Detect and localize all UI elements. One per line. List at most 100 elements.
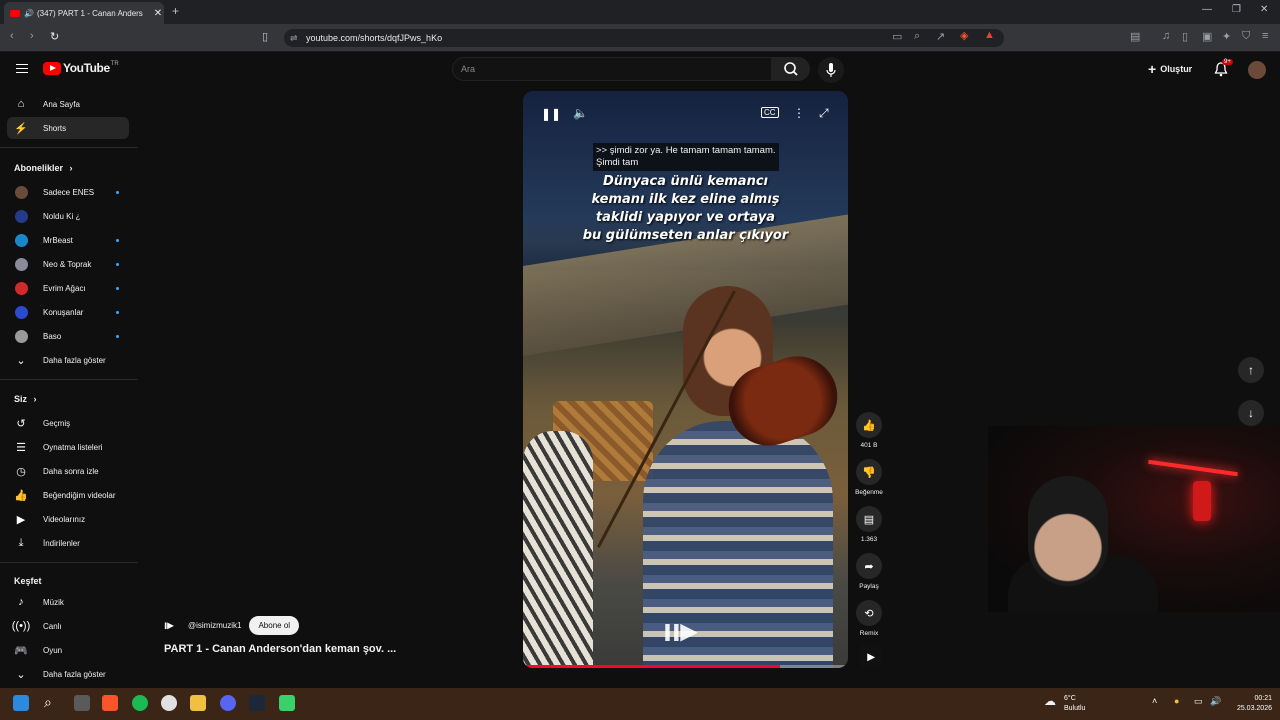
- like-action[interactable]: 👍 401 B: [852, 412, 886, 449]
- channel-thumbnail-icon[interactable]: ▸: [860, 645, 882, 667]
- sidebar-sub-item[interactable]: Evrim Ağacı: [7, 277, 129, 299]
- spotify-icon[interactable]: [132, 695, 148, 711]
- sidebar-item-home[interactable]: ⌂ Ana Sayfa: [7, 93, 129, 115]
- steam-icon[interactable]: [249, 695, 265, 711]
- comment-count: 1.363: [860, 536, 878, 543]
- cast-icon[interactable]: ▭: [892, 30, 902, 43]
- tray-app-icon[interactable]: ●: [1174, 696, 1179, 706]
- zoom-icon[interactable]: ⌕: [914, 30, 920, 43]
- sidebar-item-live[interactable]: ((•)) Canlı: [7, 615, 129, 637]
- sidebar-item-gaming[interactable]: 🎮 Oyun: [7, 639, 129, 661]
- show-more-explore[interactable]: ⌄ Daha fazla göster: [7, 663, 129, 685]
- reload-icon[interactable]: ↻: [50, 30, 59, 43]
- brave-rewards-icon[interactable]: ▲: [984, 29, 995, 41]
- fullscreen-icon[interactable]: ⤢: [819, 106, 829, 121]
- task-view-icon[interactable]: [74, 695, 90, 711]
- sidebar-sub-item[interactable]: MrBeast: [7, 229, 129, 251]
- taskbar-clock[interactable]: 00:21 25.03.2026: [1228, 694, 1272, 714]
- short-title[interactable]: PART 1 - Canan Anderson'dan keman şov. .…: [164, 643, 396, 655]
- wallet-icon[interactable]: ▣: [1202, 30, 1212, 43]
- window-close-icon[interactable]: ✕: [1260, 4, 1268, 15]
- file-explorer-icon[interactable]: [190, 695, 206, 711]
- comments-action[interactable]: ▤ 1.363: [852, 506, 886, 543]
- app-icon[interactable]: [279, 695, 295, 711]
- start-windows-icon[interactable]: [13, 695, 29, 711]
- minimize-icon[interactable]: —: [1202, 4, 1212, 15]
- back-icon[interactable]: ‹: [10, 30, 14, 42]
- channel-logo-icon[interactable]: ı▸: [164, 618, 180, 634]
- tray-chevron-up-icon[interactable]: ˄: [1152, 696, 1157, 706]
- you-heading[interactable]: Siz ›: [14, 394, 37, 404]
- media-icon[interactable]: ♫: [1162, 30, 1170, 42]
- taskbar-search-icon[interactable]: ⌕: [44, 694, 52, 711]
- network-icon[interactable]: ▭: [1194, 696, 1203, 707]
- sidebar: ⌂ Ana Sayfa ⚡ Shorts Abonelikler › Sadec…: [0, 92, 138, 692]
- create-button[interactable]: + Oluştur: [1148, 61, 1192, 77]
- thumbs-down-icon[interactable]: 👎: [856, 459, 882, 485]
- shorts-video-player[interactable]: ❚❚ 🔈 CC ⋮ ⤢ >> şimdi zor ya. He tamam ta…: [523, 91, 848, 668]
- remix-action[interactable]: ⟲ Remix: [852, 600, 886, 637]
- weather-widget[interactable]: 6°C Bulutlu: [1064, 694, 1085, 714]
- site-info-icon[interactable]: ⇌: [290, 29, 298, 47]
- sidebar-sub-item[interactable]: Konuşanlar: [7, 301, 129, 323]
- close-tab-icon[interactable]: ✕: [152, 8, 164, 19]
- share-action[interactable]: ➦ Paylaş: [852, 553, 886, 590]
- voice-search-button[interactable]: [818, 57, 844, 83]
- show-more-subscriptions[interactable]: ⌄ Daha fazla göster: [7, 349, 129, 371]
- extensions-icon[interactable]: ✦: [1222, 30, 1231, 43]
- reader-icon[interactable]: ▯: [1182, 30, 1188, 43]
- sidebar-item-label: Oynatma listeleri: [43, 442, 103, 452]
- playlist-icon: ☰: [16, 441, 26, 454]
- share-icon[interactable]: ➦: [856, 553, 882, 579]
- remix-icon[interactable]: ⟲: [856, 600, 882, 626]
- sidebar-item-music[interactable]: ♪ Müzik: [7, 591, 129, 613]
- search-button[interactable]: [772, 57, 810, 81]
- sidebar-toggle-icon[interactable]: ▤: [1130, 30, 1140, 43]
- previous-short-button[interactable]: ↑: [1238, 357, 1264, 383]
- progress-bar-remaining[interactable]: [780, 665, 848, 668]
- sidebar-item-your-videos[interactable]: ▶ Videolarınız: [7, 508, 129, 530]
- next-short-button[interactable]: ↓: [1238, 400, 1264, 426]
- closed-captions-icon[interactable]: CC: [761, 107, 779, 118]
- speaker-tray-icon[interactable]: 🔊: [1210, 696, 1221, 707]
- volume-icon[interactable]: 🔈: [573, 106, 588, 120]
- subscriptions-heading[interactable]: Abonelikler ›: [14, 163, 73, 173]
- sidebar-item-liked[interactable]: 👍 Beğendiğim videolar: [7, 484, 129, 506]
- sidebar-sub-item[interactable]: Baso: [7, 325, 129, 347]
- search-icon: [784, 62, 798, 76]
- thumbs-up-icon[interactable]: 👍: [856, 412, 882, 438]
- discord-icon[interactable]: [220, 695, 236, 711]
- pause-icon[interactable]: ❚❚: [541, 107, 561, 121]
- browser-tab[interactable]: 🔊 (347) PART 1 - Canan Anders ✕: [4, 2, 164, 24]
- brave-browser-icon[interactable]: [102, 695, 118, 711]
- sidebar-sub-item[interactable]: Noldu Ki ¿: [7, 205, 129, 227]
- vpn-icon[interactable]: ⛉: [1242, 30, 1250, 43]
- youtube-logo[interactable]: YouTube TR: [43, 61, 119, 75]
- sidebar-sub-item[interactable]: Neo & Toprak: [7, 253, 129, 275]
- sidebar-item-downloads[interactable]: ⤓ İndirilenler: [7, 532, 129, 554]
- progress-bar-played[interactable]: [523, 665, 780, 668]
- sidebar-item-label: Canlı: [43, 621, 62, 631]
- brave-shields-icon[interactable]: ◈: [960, 29, 968, 42]
- search-input[interactable]: Ara: [452, 57, 772, 81]
- sidebar-item-history[interactable]: ↺ Geçmiş: [7, 412, 129, 434]
- bookmark-icon[interactable]: ▯: [262, 30, 268, 43]
- avatar[interactable]: [1248, 61, 1266, 79]
- chatgpt-icon[interactable]: [161, 695, 177, 711]
- sidebar-sub-item[interactable]: Sadece ENES: [7, 181, 129, 203]
- tab-title: (347) PART 1 - Canan Anders: [36, 8, 143, 18]
- share-page-icon[interactable]: ↗: [936, 30, 945, 43]
- forward-icon[interactable]: ›: [30, 30, 34, 42]
- sidebar-item-playlists[interactable]: ☰ Oynatma listeleri: [7, 436, 129, 458]
- subscribe-button[interactable]: Abone ol: [249, 616, 300, 635]
- comment-icon[interactable]: ▤: [856, 506, 882, 532]
- sidebar-item-watch-later[interactable]: ◷ Daha sonra izle: [7, 460, 129, 482]
- dislike-action[interactable]: 👎 Beğenme: [852, 459, 886, 496]
- maximize-icon[interactable]: ❐: [1232, 4, 1241, 15]
- hamburger-menu-icon[interactable]: [16, 64, 28, 73]
- sidebar-item-shorts[interactable]: ⚡ Shorts: [7, 117, 129, 139]
- channel-handle[interactable]: @isimizmuzik1: [188, 621, 241, 630]
- menu-icon[interactable]: ≡: [1262, 30, 1268, 42]
- new-tab-icon[interactable]: +: [172, 4, 179, 18]
- more-options-icon[interactable]: ⋮: [793, 106, 805, 120]
